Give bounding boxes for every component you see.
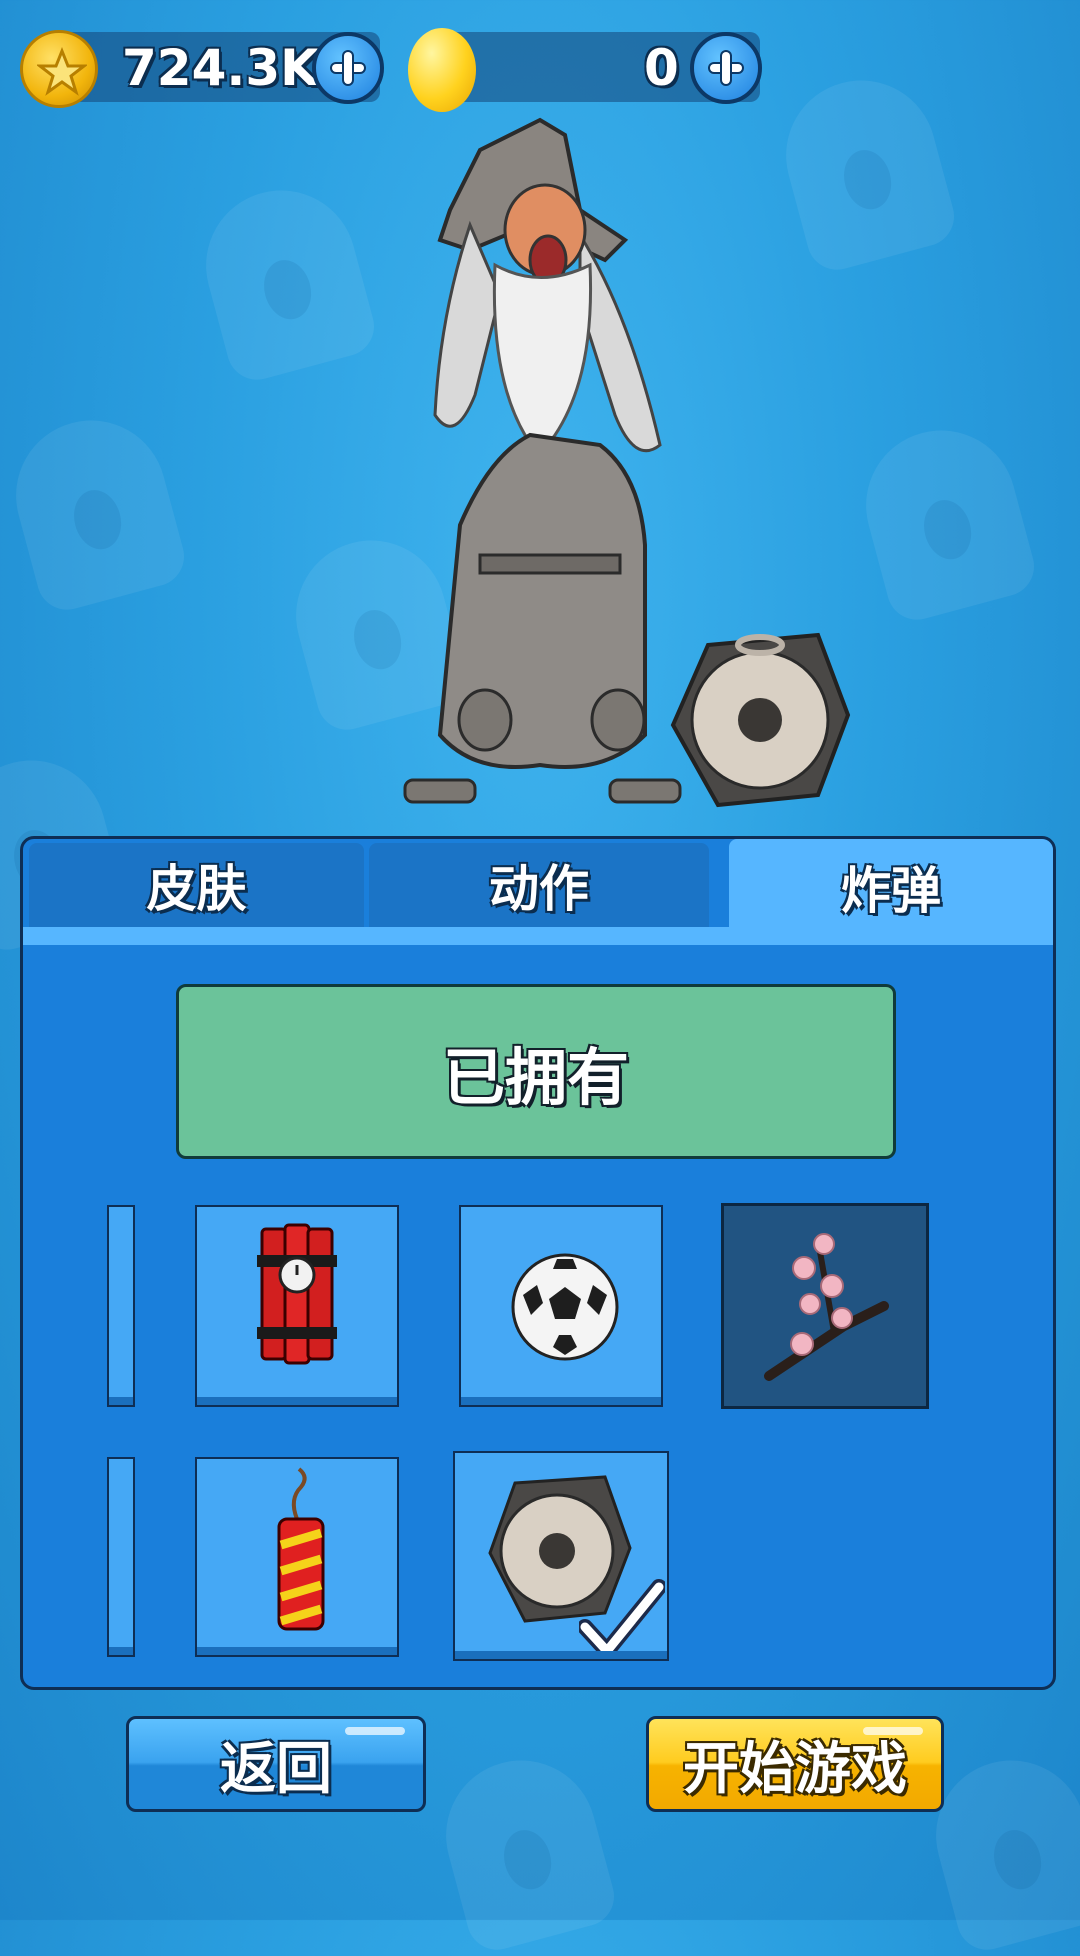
item-slot-cherry-blossom[interactable] [721,1203,929,1409]
item-slot-dynamite[interactable] [195,1205,399,1407]
back-button-label: 返回 [220,1736,332,1802]
item-slot-gong[interactable] [453,1451,669,1661]
item-slot-partial[interactable] [107,1205,135,1407]
dynamite-bundle-icon [257,1223,337,1365]
gem-amount: 0 [644,39,679,97]
background-ghost-pattern [769,63,961,277]
add-gems-button[interactable] [690,32,762,104]
item-slot-firecracker[interactable] [195,1457,399,1657]
item-slot-partial[interactable] [107,1457,135,1657]
coin-icon [20,30,98,108]
button-shine [345,1727,405,1735]
inventory-panel: 皮肤 动作 炸弹 已拥有 [20,836,1056,1690]
background-ghost-pattern [429,1743,621,1956]
tab-bomb[interactable]: 炸弹 [729,839,1053,935]
tab-action[interactable]: 动作 [369,843,709,927]
golden-egg-gem-icon [408,28,476,112]
equipped-checkmark-icon [579,1579,665,1659]
cherry-blossom-branch-icon [764,1233,889,1381]
background-ghost-pattern [189,173,381,387]
owned-status-banner: 已拥有 [176,984,896,1159]
gong-prop-preview [670,632,851,808]
tab-skin[interactable]: 皮肤 [29,843,364,927]
start-game-button-label: 开始游戏 [683,1736,907,1802]
item-slot-soccer-ball[interactable] [459,1205,663,1407]
start-game-button[interactable]: 开始游戏 [646,1716,944,1812]
firecracker-icon [277,1467,325,1631]
add-coins-button[interactable] [312,32,384,104]
background-ghost-pattern [0,403,191,617]
background-ghost-pattern [849,413,1041,627]
soccer-ball-icon [511,1253,619,1361]
character-preview-wizard [403,117,682,804]
back-button[interactable]: 返回 [126,1716,426,1812]
coin-amount: 724.3K [122,39,319,97]
button-shine [863,1727,923,1735]
